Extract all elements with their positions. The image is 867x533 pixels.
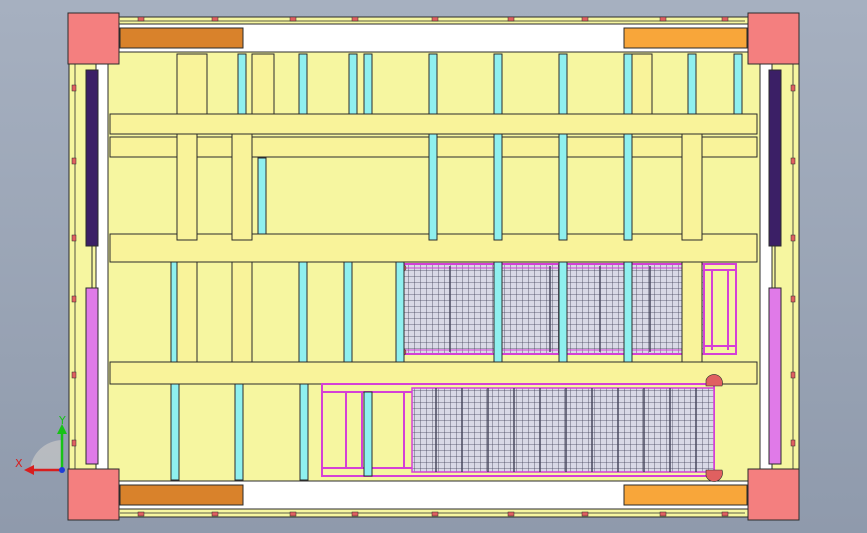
beam-row-4 <box>109 361 758 385</box>
corner-block-top-right <box>747 12 800 65</box>
orange-pad-bottom-right <box>623 484 748 506</box>
z-axis-dot <box>59 467 65 473</box>
corner-block-top-left <box>67 12 120 65</box>
y-axis-label: Y <box>58 414 66 427</box>
cad-viewport[interactable]: Y X <box>0 0 867 533</box>
orange-pad-top-right <box>623 27 748 49</box>
beam-row-1 <box>109 113 758 135</box>
orange-pad-bottom-left <box>119 484 244 506</box>
orange-pad-top-left <box>119 27 244 49</box>
corner-block-bottom-right <box>747 468 800 521</box>
corner-block-bottom-left <box>67 468 120 521</box>
x-axis-label: X <box>15 457 23 470</box>
